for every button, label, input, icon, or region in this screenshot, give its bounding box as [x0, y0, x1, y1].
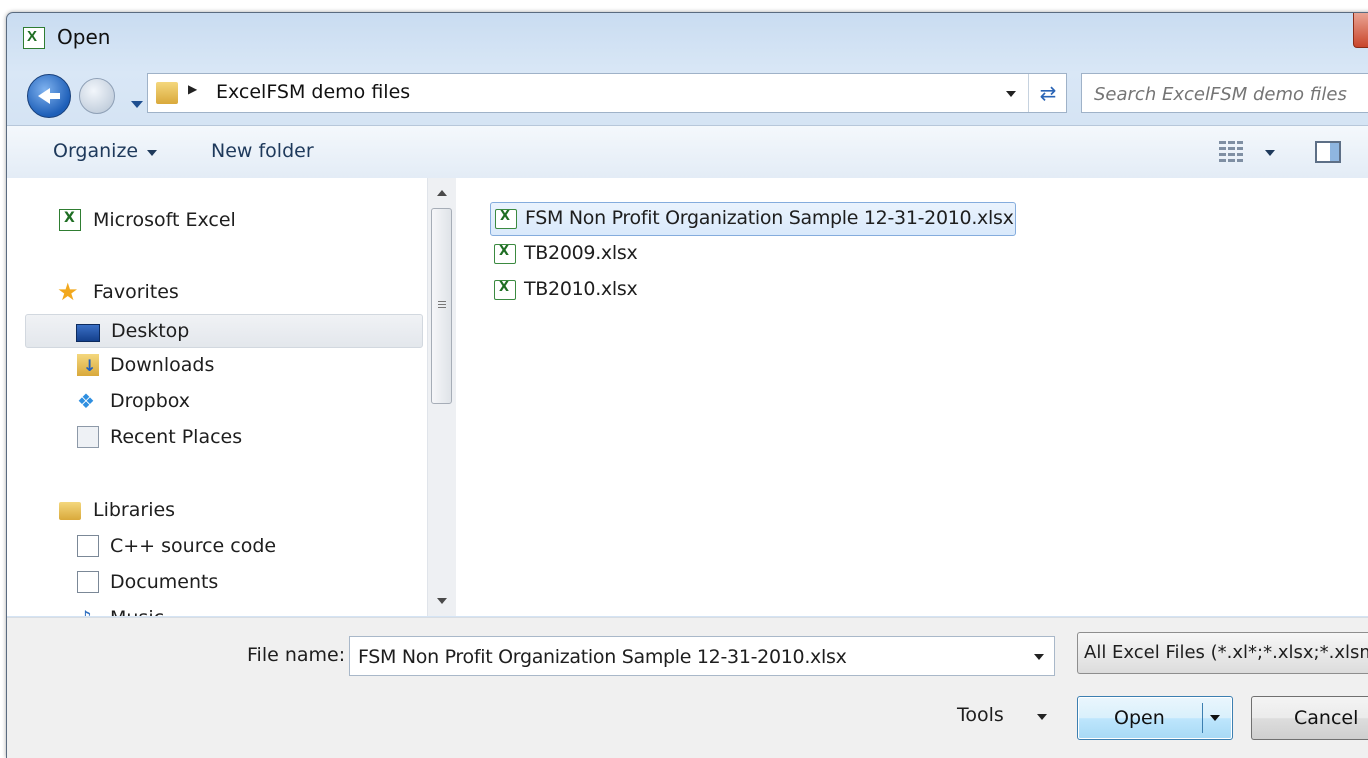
search-box[interactable]: [1081, 73, 1368, 113]
search-input[interactable]: [1092, 80, 1366, 108]
nav-item-label: Recent Places: [110, 426, 243, 448]
view-options-dropdown[interactable]: [1265, 150, 1275, 156]
breadcrumb-chevron-icon[interactable]: ▶: [188, 82, 197, 96]
excel-file-icon: [494, 244, 516, 264]
file-type-select[interactable]: All Excel Files (*.xl*;*.xlsx;*.xlsm;: [1077, 632, 1368, 674]
file-name-label: File name:: [247, 644, 346, 666]
nav-item-microsoft-excel[interactable]: Microsoft Excel: [7, 204, 427, 238]
scroll-down-icon[interactable]: [437, 598, 447, 604]
dialog-footer: File name: All Excel Files (*.xl*;*.xlsx…: [7, 617, 1368, 758]
dropbox-icon: ❖: [77, 389, 95, 413]
dialog-title: Open: [57, 25, 111, 49]
nav-item-label: Downloads: [110, 354, 215, 376]
navigation-pane: Microsoft Excel ★ Favorites Desktop Down…: [7, 178, 456, 616]
chevron-down-icon[interactable]: [1034, 654, 1044, 660]
file-name-field[interactable]: [356, 643, 1020, 671]
file-list: FSM Non Profit Organization Sample 12-31…: [456, 178, 1368, 616]
nav-item-desktop[interactable]: Desktop: [25, 314, 423, 348]
excel-file-icon: [494, 280, 516, 300]
title-bar: Open: [7, 13, 1368, 59]
file-item[interactable]: FSM Non Profit Organization Sample 12-31…: [490, 202, 1016, 236]
file-type-value: All Excel Files (*.xl*;*.xlsx;*.xlsm;: [1084, 642, 1368, 663]
nav-item-cpp-source-code[interactable]: C++ source code: [7, 530, 427, 564]
close-button[interactable]: [1353, 13, 1368, 48]
cancel-button-label: Cancel: [1294, 707, 1359, 729]
folder-icon: [156, 82, 178, 104]
breadcrumb[interactable]: ExcelFSM demo files: [216, 81, 410, 103]
scroll-up-icon[interactable]: [437, 190, 447, 196]
open-button[interactable]: Open: [1077, 696, 1233, 740]
nav-item-label: Music: [110, 607, 164, 616]
nav-item-label: Desktop: [111, 320, 190, 342]
music-icon: ♪: [79, 607, 101, 616]
nav-item-label: Favorites: [93, 281, 179, 303]
downloads-folder-icon: [77, 354, 99, 376]
forward-button[interactable]: [79, 78, 115, 114]
desktop-icon: [76, 324, 100, 342]
address-bar[interactable]: ▶ ExcelFSM demo files ⇄: [147, 73, 1067, 113]
nav-item-label: Dropbox: [110, 390, 191, 412]
nav-item-dropbox[interactable]: ❖ Dropbox: [7, 385, 427, 419]
navigation-scrollbar[interactable]: [427, 178, 456, 616]
star-icon: ★: [57, 278, 79, 306]
libraries-icon: [59, 502, 81, 520]
nav-item-label: C++ source code: [110, 535, 277, 557]
cancel-button[interactable]: Cancel: [1251, 696, 1368, 740]
new-folder-button[interactable]: New folder: [211, 140, 314, 162]
excel-file-icon: [495, 209, 517, 229]
change-view-icon[interactable]: [1219, 141, 1243, 163]
preview-pane-icon[interactable]: [1315, 141, 1341, 163]
scroll-thumb[interactable]: [431, 208, 452, 404]
split-divider: [1202, 703, 1203, 733]
nav-item-label: Documents: [110, 571, 219, 593]
documents-icon: [77, 571, 99, 593]
nav-item-recent-places[interactable]: Recent Places: [7, 421, 427, 455]
file-name-combobox[interactable]: [349, 636, 1055, 676]
open-button-label: Open: [1114, 707, 1165, 729]
address-dropdown-icon[interactable]: [1006, 91, 1016, 97]
nav-item-label: Libraries: [93, 499, 176, 521]
file-name: TB2010.xlsx: [524, 278, 638, 300]
excel-icon: [23, 27, 45, 49]
command-bar: Organize New folder: [7, 125, 1368, 179]
file-name: TB2009.xlsx: [524, 242, 638, 264]
organize-button[interactable]: Organize: [53, 140, 138, 162]
chevron-down-icon[interactable]: [1037, 714, 1047, 720]
back-button[interactable]: [27, 74, 71, 118]
grip-icon: [438, 301, 446, 309]
open-options-dropdown[interactable]: [1210, 715, 1220, 721]
recent-places-icon: [77, 426, 99, 448]
tools-button[interactable]: Tools: [957, 704, 1004, 726]
recent-locations-dropdown[interactable]: [131, 101, 143, 108]
refresh-icon[interactable]: ⇄: [1028, 74, 1067, 112]
document-library-icon: [77, 535, 99, 557]
chevron-down-icon[interactable]: [147, 150, 157, 156]
nav-item-music[interactable]: ♪ Music: [7, 602, 427, 616]
nav-item-downloads[interactable]: Downloads: [7, 349, 427, 383]
nav-item-documents[interactable]: Documents: [7, 566, 427, 600]
nav-item-favorites[interactable]: ★ Favorites: [7, 276, 427, 310]
nav-item-libraries[interactable]: Libraries: [7, 494, 427, 528]
excel-icon: [59, 209, 81, 231]
file-name: FSM Non Profit Organization Sample 12-31…: [525, 207, 1014, 229]
open-dialog: Open ▶ ExcelFSM demo files ⇄ Organize Ne…: [6, 12, 1368, 758]
nav-item-label: Microsoft Excel: [93, 209, 236, 231]
